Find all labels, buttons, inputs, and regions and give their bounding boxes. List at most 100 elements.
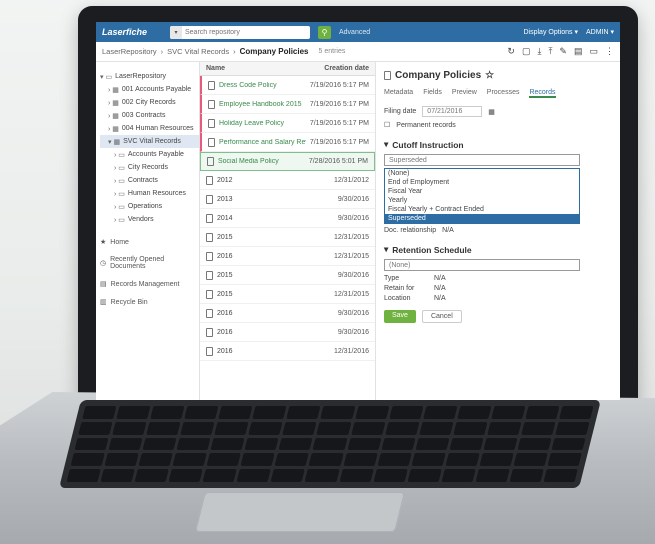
- star-outline-icon[interactable]: ☆: [485, 70, 494, 81]
- cancel-button[interactable]: Cancel: [421, 310, 462, 323]
- list-item[interactable]: 2016 12/31/2015: [200, 247, 375, 266]
- cabinet-icon: ▾ ▦: [108, 138, 121, 146]
- tree-node[interactable]: › ▦ 004 Human Resources: [100, 122, 199, 135]
- list-item[interactable]: Performance and Salary Revie...7/19/2016…: [200, 133, 375, 152]
- column-header-date[interactable]: Creation date: [324, 65, 369, 72]
- tree-node[interactable]: › ▭ City Records: [100, 161, 199, 174]
- dropdown-option[interactable]: Fiscal Year: [385, 187, 579, 196]
- calendar-icon[interactable]: ▦: [488, 108, 495, 116]
- nav-recycle-bin[interactable]: ▥ Recycle Bin: [100, 298, 199, 307]
- doc-relationship-value: N/A: [442, 227, 454, 234]
- document-icon: [208, 137, 215, 147]
- dropdown-option[interactable]: Fiscal Yearly + Contract Ended: [385, 205, 579, 214]
- list-item[interactable]: 2012 12/31/2012: [200, 171, 375, 190]
- folder-icon: › ▭: [114, 216, 125, 224]
- tree-node[interactable]: ▾ ▭ LaserRepository: [100, 70, 199, 83]
- dropdown-option-selected[interactable]: Superseded: [385, 214, 579, 223]
- folder-icon: [206, 270, 213, 280]
- cutoff-select[interactable]: Superseded: [384, 154, 580, 166]
- list-item[interactable]: 2013 9/30/2016: [200, 190, 375, 209]
- screen: Laserfiche ▾ ⚲ Advanced Display Options …: [96, 22, 620, 400]
- list-item[interactable]: Dress Code Policy 7/19/2016 5:17 PM: [200, 76, 375, 95]
- search-scope-dropdown[interactable]: ▾: [170, 25, 182, 39]
- document-icon: [207, 157, 214, 166]
- user-menu[interactable]: ADMIN ▾: [586, 28, 614, 36]
- nav-records-management[interactable]: ▤ Records Management: [100, 280, 199, 289]
- tree-node[interactable]: › ▭ Human Resources: [100, 187, 199, 200]
- cabinet-icon: › ▦: [108, 125, 119, 133]
- records-icon: ▤: [100, 281, 107, 288]
- tab-records[interactable]: Records: [529, 89, 556, 98]
- list-item[interactable]: 2016 9/30/2016: [200, 323, 375, 342]
- edit-icon[interactable]: ✎: [559, 46, 567, 57]
- tree-node[interactable]: › ▦ 001 Accounts Payable: [100, 83, 199, 96]
- nav-home[interactable]: ★ Home: [100, 238, 199, 247]
- dropdown-option[interactable]: Yearly: [385, 196, 579, 205]
- tree-node[interactable]: › ▭ Vendors: [100, 213, 199, 226]
- column-header-name[interactable]: Name: [206, 65, 225, 72]
- search-input[interactable]: [182, 28, 310, 36]
- tab-fields[interactable]: Fields: [423, 89, 442, 98]
- upload-icon[interactable]: ⤒: [548, 46, 552, 57]
- search-box: ▾: [170, 25, 310, 39]
- tab-processes[interactable]: Processes: [487, 89, 520, 98]
- list-item[interactable]: 2015 12/31/2015: [200, 285, 375, 304]
- new-folder-icon[interactable]: ▢: [522, 46, 531, 57]
- cutoff-dropdown: (None) End of Employment Fiscal Year Yea…: [384, 168, 580, 224]
- filing-date-field[interactable]: 07/21/2016: [422, 106, 483, 117]
- download-icon[interactable]: ⤓: [537, 46, 541, 57]
- metadata-panel: Company Policies ☆ Metadata Fields Previ…: [376, 62, 620, 400]
- tab-preview[interactable]: Preview: [452, 89, 477, 98]
- breadcrumb-separator: ›: [160, 47, 164, 56]
- permanent-checkbox[interactable]: ☐: [384, 121, 390, 129]
- document-icon: [208, 99, 215, 109]
- touchpad: [195, 492, 405, 532]
- breadcrumb-item[interactable]: LaserRepository: [102, 47, 157, 56]
- dropdown-option[interactable]: End of Employment: [385, 178, 579, 187]
- tree-node[interactable]: › ▦ 002 City Records: [100, 96, 199, 109]
- document-icon: [208, 80, 215, 90]
- folder-icon: [384, 71, 391, 80]
- bottom-nav: ★ Home ◷ Recently Opened Documents ▤ Record…: [100, 238, 199, 307]
- app-logo[interactable]: Laserfiche: [102, 27, 162, 37]
- list-item[interactable]: Holiday Leave Policy 7/19/2016 5:17 PM: [200, 114, 375, 133]
- list-item[interactable]: 2014 9/30/2016: [200, 209, 375, 228]
- breadcrumb-item[interactable]: SVC Vital Records: [167, 47, 229, 56]
- retention-heading[interactable]: ▾ Retention Schedule: [384, 244, 612, 255]
- tree-node[interactable]: › ▭ Contracts: [100, 174, 199, 187]
- doc-relationship-label: Doc. relationship: [384, 227, 437, 234]
- columns-icon[interactable]: ▤: [574, 46, 583, 57]
- cabinet-icon: › ▦: [108, 112, 119, 120]
- list-item[interactable]: 2016 12/31/2016: [200, 342, 375, 361]
- dropdown-option[interactable]: (None): [385, 169, 579, 178]
- cutoff-heading[interactable]: ▾ Cutoff Instruction: [384, 139, 612, 150]
- tree-node[interactable]: › ▦ 003 Contracts: [100, 109, 199, 122]
- retention-select[interactable]: (None): [384, 259, 580, 271]
- laptop-keyboard: [59, 400, 601, 488]
- retention-details: Type N/A Retain for N/A Location N/A: [384, 275, 612, 302]
- tree-node-selected[interactable]: ▾ ▦ SVC Vital Records: [100, 135, 199, 148]
- list-item[interactable]: 2015 9/30/2016: [200, 266, 375, 285]
- monitor-icon[interactable]: ▭: [589, 46, 598, 57]
- more-icon[interactable]: ⋮: [605, 46, 614, 57]
- list-item[interactable]: 2015 12/31/2015: [200, 228, 375, 247]
- display-options-menu[interactable]: Display Options ▾: [524, 28, 578, 36]
- tab-metadata[interactable]: Metadata: [384, 89, 413, 98]
- search-button[interactable]: ⚲: [318, 25, 331, 39]
- permanent-label: Permanent records: [396, 121, 456, 129]
- folder-icon: › ▭: [114, 190, 125, 198]
- refresh-icon[interactable]: ↻: [507, 46, 515, 57]
- folder-tree: ▾ ▭ LaserRepository › ▦ 001 Accounts Payab…: [96, 62, 200, 400]
- nav-recent[interactable]: ◷ Recently Opened Documents: [100, 256, 199, 270]
- location-label: Location: [384, 295, 411, 302]
- list-item-selected[interactable]: Social Media Policy 7/28/2016 5:01 PM: [200, 152, 375, 171]
- list-header: Name Creation date: [200, 62, 375, 76]
- list-item[interactable]: Employee Handbook 2015 7/19/2016 5:17 PM: [200, 95, 375, 114]
- save-button[interactable]: Save: [384, 310, 416, 323]
- breadcrumb-separator: ›: [233, 47, 236, 56]
- tree-node[interactable]: › ▭ Operations: [100, 200, 199, 213]
- advanced-search-link[interactable]: Advanced: [339, 29, 370, 36]
- list-item[interactable]: 2016 9/30/2016: [200, 304, 375, 323]
- tree-node[interactable]: › ▭ Accounts Payable: [100, 148, 199, 161]
- retain-label: Retain for: [384, 285, 415, 292]
